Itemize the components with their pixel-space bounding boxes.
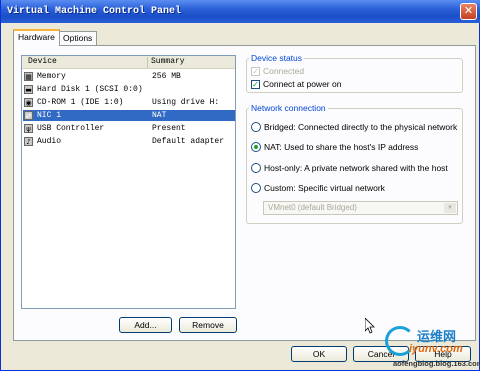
nat-radio[interactable] (251, 142, 261, 152)
device-row-usb[interactable]: ψ USB Controller Present (23, 123, 235, 134)
usb-icon: ψ (24, 124, 33, 133)
column-header-summary[interactable]: Summary (151, 56, 185, 68)
remove-button[interactable]: Remove (179, 317, 237, 333)
host-only-label[interactable]: Host-only: A private network shared with… (264, 163, 448, 173)
device-row-memory[interactable]: ▦ Memory 256 MB (23, 71, 235, 82)
vmnet-select-value: VMnet0 (default Bridged) (268, 203, 357, 212)
device-summary: Using drive H: (152, 98, 220, 107)
device-name: Memory (37, 72, 66, 81)
device-summary: Default adapter (152, 137, 225, 146)
host-only-radio[interactable] (251, 163, 261, 173)
connect-at-power-on-checkbox[interactable]: ✓ (251, 80, 260, 89)
device-summary: Present (152, 124, 186, 133)
device-status-title: Device status (249, 53, 305, 63)
vmnet-select[interactable]: VMnet0 (default Bridged) ▼ (263, 201, 458, 215)
watermark-en: iyunv.com (409, 343, 463, 355)
column-header-device[interactable]: Device (28, 56, 57, 68)
device-name: Audio (37, 137, 62, 146)
device-row-nic[interactable]: ⇄ NIC 1 NAT (23, 110, 235, 121)
window-title: Virtual Machine Control Panel (7, 6, 182, 17)
device-row-cdrom[interactable]: ◉ CD-ROM 1 (IDE 1:0) Using drive H: (23, 97, 235, 108)
bridged-radio[interactable] (251, 122, 261, 132)
custom-radio[interactable] (251, 183, 261, 193)
device-name: NIC 1 (37, 111, 62, 120)
ok-button[interactable]: OK (291, 346, 347, 362)
close-button[interactable]: ✕ (460, 3, 477, 20)
title-bar[interactable]: Virtual Machine Control Panel ✕ (1, 0, 480, 23)
connect-at-power-on-label: Connect at power on (263, 79, 342, 89)
device-name: USB Controller (37, 124, 105, 133)
device-row-hard-disk[interactable]: ▬ Hard Disk 1 (SCSI 0:0) (23, 84, 235, 95)
tab-options[interactable]: Options (58, 31, 98, 46)
chevron-down-icon[interactable]: ▼ (444, 203, 456, 213)
connected-checkbox[interactable]: ✓ (251, 67, 260, 76)
cdrom-icon: ◉ (24, 98, 33, 107)
tab-hardware[interactable]: Hardware (13, 29, 60, 46)
device-name: Hard Disk 1 (SCSI 0:0) (37, 85, 143, 94)
connected-label: Connected (263, 66, 305, 76)
nat-label[interactable]: NAT: Used to share the host's IP address (264, 142, 418, 152)
watermark-logo: 运维网 iyunv.com aofengblog.blog.163.com (385, 326, 480, 371)
device-summary: NAT (152, 111, 167, 120)
audio-icon: ♪ (24, 137, 33, 146)
watermark-url: aofengblog.blog.163.com (393, 359, 480, 368)
device-summary: 256 MB (152, 72, 181, 81)
hard-disk-icon: ▬ (24, 85, 33, 94)
device-name: CD-ROM 1 (IDE 1:0) (37, 98, 124, 107)
add-button[interactable]: Add... (119, 317, 172, 333)
bridged-label[interactable]: Bridged: Connected directly to the physi… (264, 122, 457, 132)
device-list[interactable]: Device Summary ▦ Memory 256 MB ▬ Hard Di… (21, 55, 236, 309)
network-adapter-icon: ⇄ (24, 111, 33, 120)
dialog-window: Virtual Machine Control Panel ✕ Hardware… (0, 0, 480, 371)
network-connection-title: Network connection (249, 103, 328, 113)
custom-label[interactable]: Custom: Specific virtual network (264, 183, 385, 193)
device-list-header: Device Summary (22, 56, 235, 69)
column-separator[interactable] (147, 57, 148, 68)
memory-icon: ▦ (24, 72, 33, 81)
mouse-cursor-icon (365, 318, 375, 334)
device-row-audio[interactable]: ♪ Audio Default adapter (23, 136, 235, 147)
